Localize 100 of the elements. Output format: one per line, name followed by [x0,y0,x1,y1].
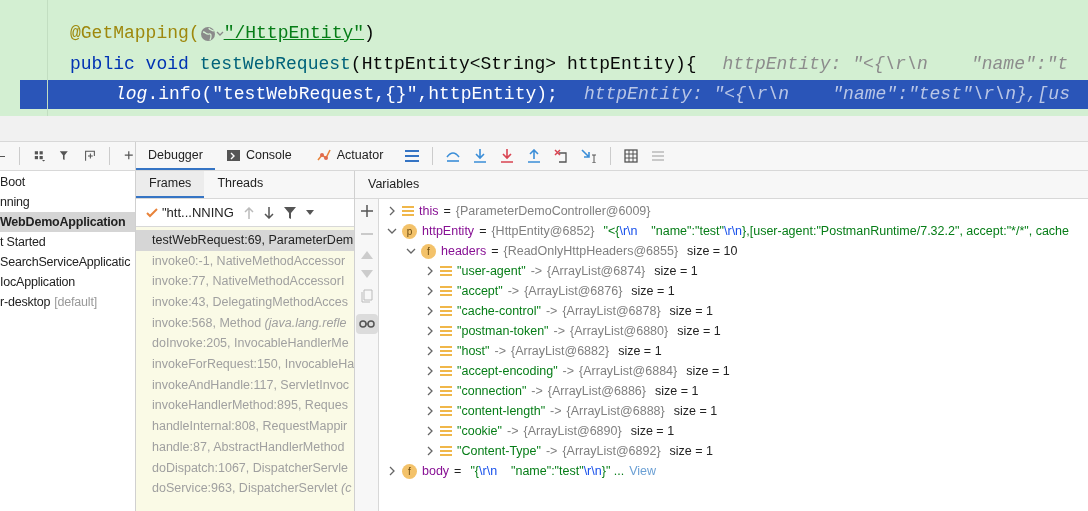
expand-icon[interactable] [425,406,435,416]
equals-sign: = [454,462,462,480]
arrow-sign: -> [507,282,520,300]
variable-name: httpEntity [422,222,475,240]
map-key: "user-agent" [457,261,526,281]
glasses-button[interactable] [355,314,378,334]
object-ref: {ArrayList@6882} [511,342,610,360]
force-step-into-icon[interactable] [500,149,515,163]
variable-value: "{\r\n "name":"test"\r\n}" ... [470,462,625,480]
object-ref: {ArrayList@6878} [562,302,661,320]
expand-icon[interactable] [425,366,435,376]
stack-frame[interactable]: testWebRequest:69, ParameterDem [136,230,354,251]
expand-icon[interactable] [425,286,435,296]
size-label: size = 1 [686,362,730,380]
check-icon [146,207,158,218]
object-ref: {HttpEntity@6852} [491,222,595,240]
globe-icon[interactable] [199,25,224,42]
tree-item[interactable]: Boot [0,172,135,192]
map-key: "postman-token" [457,321,549,341]
panel-title: Variables [368,176,420,194]
object-ref: {ArrayList@6890} [523,422,622,440]
code-line: @GetMapping( "/HttpEntity") [69,22,376,45]
object-ref: {ArrayList@6880} [570,322,669,340]
collapse-icon[interactable] [387,226,397,236]
expand-icon[interactable] [425,306,435,316]
map-key: "content-length" [457,401,546,421]
field-badge: f [421,243,436,259]
thread-selector[interactable]: "htt...NNING [162,202,234,223]
equals-sign: = [491,242,499,260]
step-over-icon[interactable] [446,149,461,163]
expand-icon[interactable] [425,386,435,396]
size-label: size = 1 [669,302,713,320]
tab[interactable]: Console [214,142,304,170]
dropdown-caret-icon[interactable] [305,210,314,215]
object-ref: {ArrayList@6874} [547,262,646,280]
variable-value: "<{\r\n "name":"test"\r\n},[user-agent:"PostmanRuntime/7.32.2", accept:"*/*", cache [603,222,1069,240]
expand-icon[interactable] [425,426,435,436]
drop-frame-icon[interactable] [554,149,569,163]
grid-icon[interactable] [33,149,45,163]
run-to-cursor-icon[interactable] [581,149,598,163]
expand-icon[interactable] [387,206,397,216]
object-ref: {ParameterDemoController@6009} [455,202,651,220]
expand-icon[interactable] [425,266,435,276]
size-label: size = 1 [618,342,662,360]
add-frame-icon[interactable] [83,149,96,163]
tree-item[interactable]: WebDemoApplication [0,212,135,232]
arrow-sign: -> [550,402,562,420]
object-ref: {ArrayList@6876} [524,282,623,300]
equals-sign: = [479,222,487,240]
fields-icon [440,326,452,336]
map-key: "Content-Type" [457,441,541,461]
size-label: size = 1 [673,402,718,420]
filter-icon[interactable] [58,149,70,163]
collapse-icon[interactable] [406,246,416,256]
filter-icon[interactable] [283,206,296,219]
object-ref: {ArrayList@6888} [566,402,665,420]
arrow-sign: -> [545,302,558,320]
tab[interactable]: Frames [136,171,205,198]
fields-icon [440,366,452,376]
arrow-sign: -> [553,322,566,340]
tree-item[interactable]: t Started [0,232,135,252]
size-label: size = 1 [677,322,721,340]
step-out-icon[interactable] [527,149,542,163]
minus-icon[interactable] [0,155,5,157]
tree-item[interactable]: SearchServiceApplicatic [0,252,135,272]
arrow-sign: -> [530,262,543,280]
fields-icon [440,426,452,436]
expand-icon[interactable] [425,346,435,356]
fields-icon [440,266,452,276]
arrow-down-icon[interactable] [263,206,274,219]
fields-icon [440,446,452,456]
variable-name: headers [441,242,487,260]
step-into-icon[interactable] [473,149,488,163]
object-ref: {ReadOnlyHttpHeaders@6855} [503,242,679,260]
map-key: "cookie" [457,421,502,441]
size-label: size = 10 [687,242,738,260]
arrow-sign: -> [531,382,543,400]
tree-item[interactable]: nning [0,192,135,212]
fields-icon [440,306,452,316]
arrow-sign: -> [494,342,506,360]
expand-icon[interactable] [425,326,435,336]
size-label: size = 1 [669,442,713,460]
tab[interactable]: Threads [204,171,277,198]
table-icon[interactable] [624,149,639,163]
expand-icon[interactable] [425,446,435,456]
fields-icon [440,286,452,296]
expand-icon[interactable] [387,466,397,476]
plus-icon[interactable] [360,205,373,217]
equals-sign: = [443,202,451,220]
fields-icon [440,346,452,356]
arrow-sign: -> [507,422,519,440]
parameter-badge: p [402,223,417,239]
menu-icon[interactable] [405,150,420,162]
map-key: "connection" [457,381,527,401]
tree-item[interactable]: IocApplication [0,272,135,292]
object-ref: {ArrayList@6886} [547,382,646,400]
object-ref: {ArrayList@6892} [562,442,661,460]
fields-icon [440,406,452,416]
tree-item[interactable]: r-desktop [default] [0,292,135,312]
tab[interactable]: Actuator [303,142,396,170]
